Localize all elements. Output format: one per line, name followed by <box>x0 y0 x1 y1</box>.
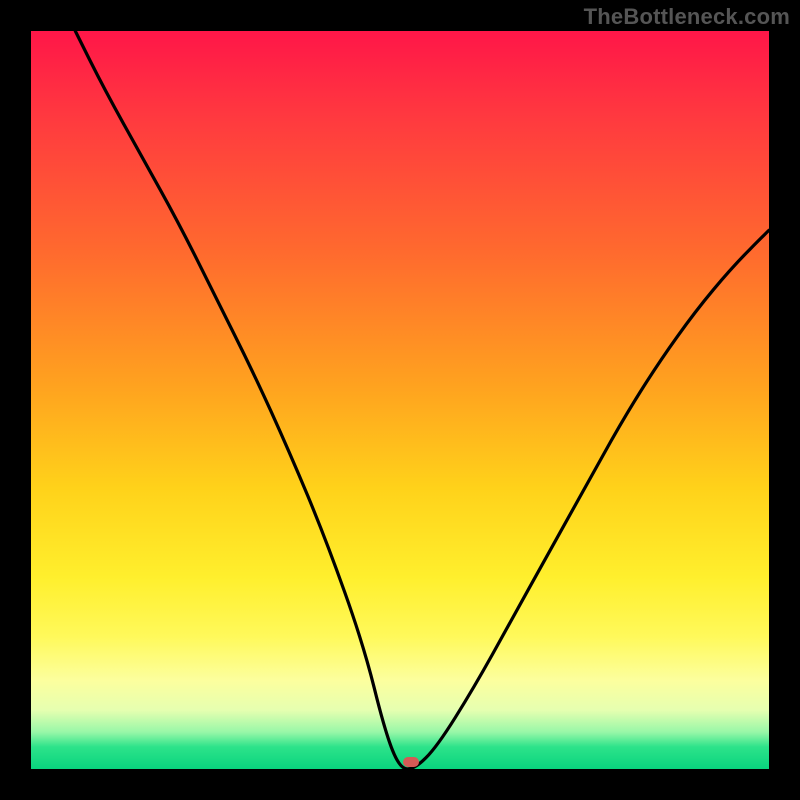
curve-path <box>75 31 769 769</box>
optimum-marker <box>403 757 419 767</box>
bottleneck-curve <box>31 31 769 769</box>
watermark-text: TheBottleneck.com <box>584 4 790 30</box>
plot-area <box>31 31 769 769</box>
chart-frame: TheBottleneck.com <box>0 0 800 800</box>
